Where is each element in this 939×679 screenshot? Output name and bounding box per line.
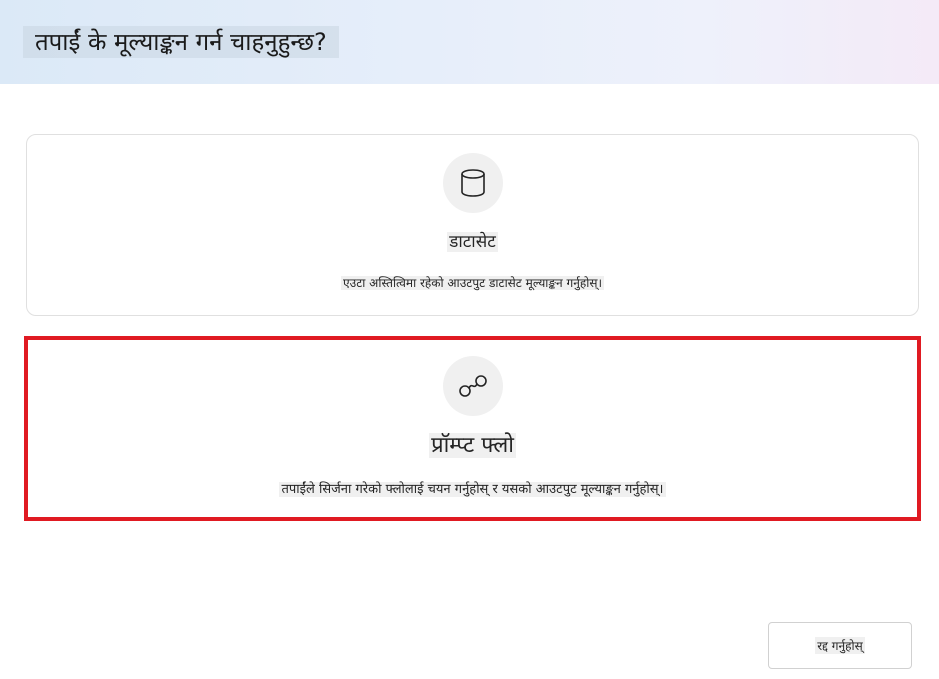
option-description-dataset: एउटा अस्तित्विमा रहेको आउटपुट डाटासेट मू… bbox=[340, 276, 605, 290]
option-card-prompt-flow[interactable]: प्रॉम्प्ट फ्लो तपाईंले सिर्जना गरेको फ्ल… bbox=[24, 336, 921, 521]
option-description-prompt-flow: तपाईंले सिर्जना गरेको फ्लोलाई चयन गर्नुह… bbox=[279, 482, 666, 497]
option-title-prompt-flow: प्रॉम्प्ट फ्लो bbox=[429, 433, 516, 458]
cancel-button[interactable]: रद्द गर्नुहोस् bbox=[768, 622, 912, 669]
option-title-dataset: डाटासेट bbox=[447, 232, 498, 252]
dialog-header: तपाईं के मूल्याङ्कन गर्न चाहनुहुन्छ? bbox=[0, 0, 939, 84]
option-card-dataset[interactable]: डाटासेट एउटा अस्तित्विमा रहेको आउटपुट डा… bbox=[26, 134, 919, 316]
dialog-title: तपाईं के मूल्याङ्कन गर्न चाहनुहुन्छ? bbox=[23, 26, 339, 58]
flow-icon bbox=[442, 356, 503, 416]
database-icon bbox=[442, 153, 503, 213]
